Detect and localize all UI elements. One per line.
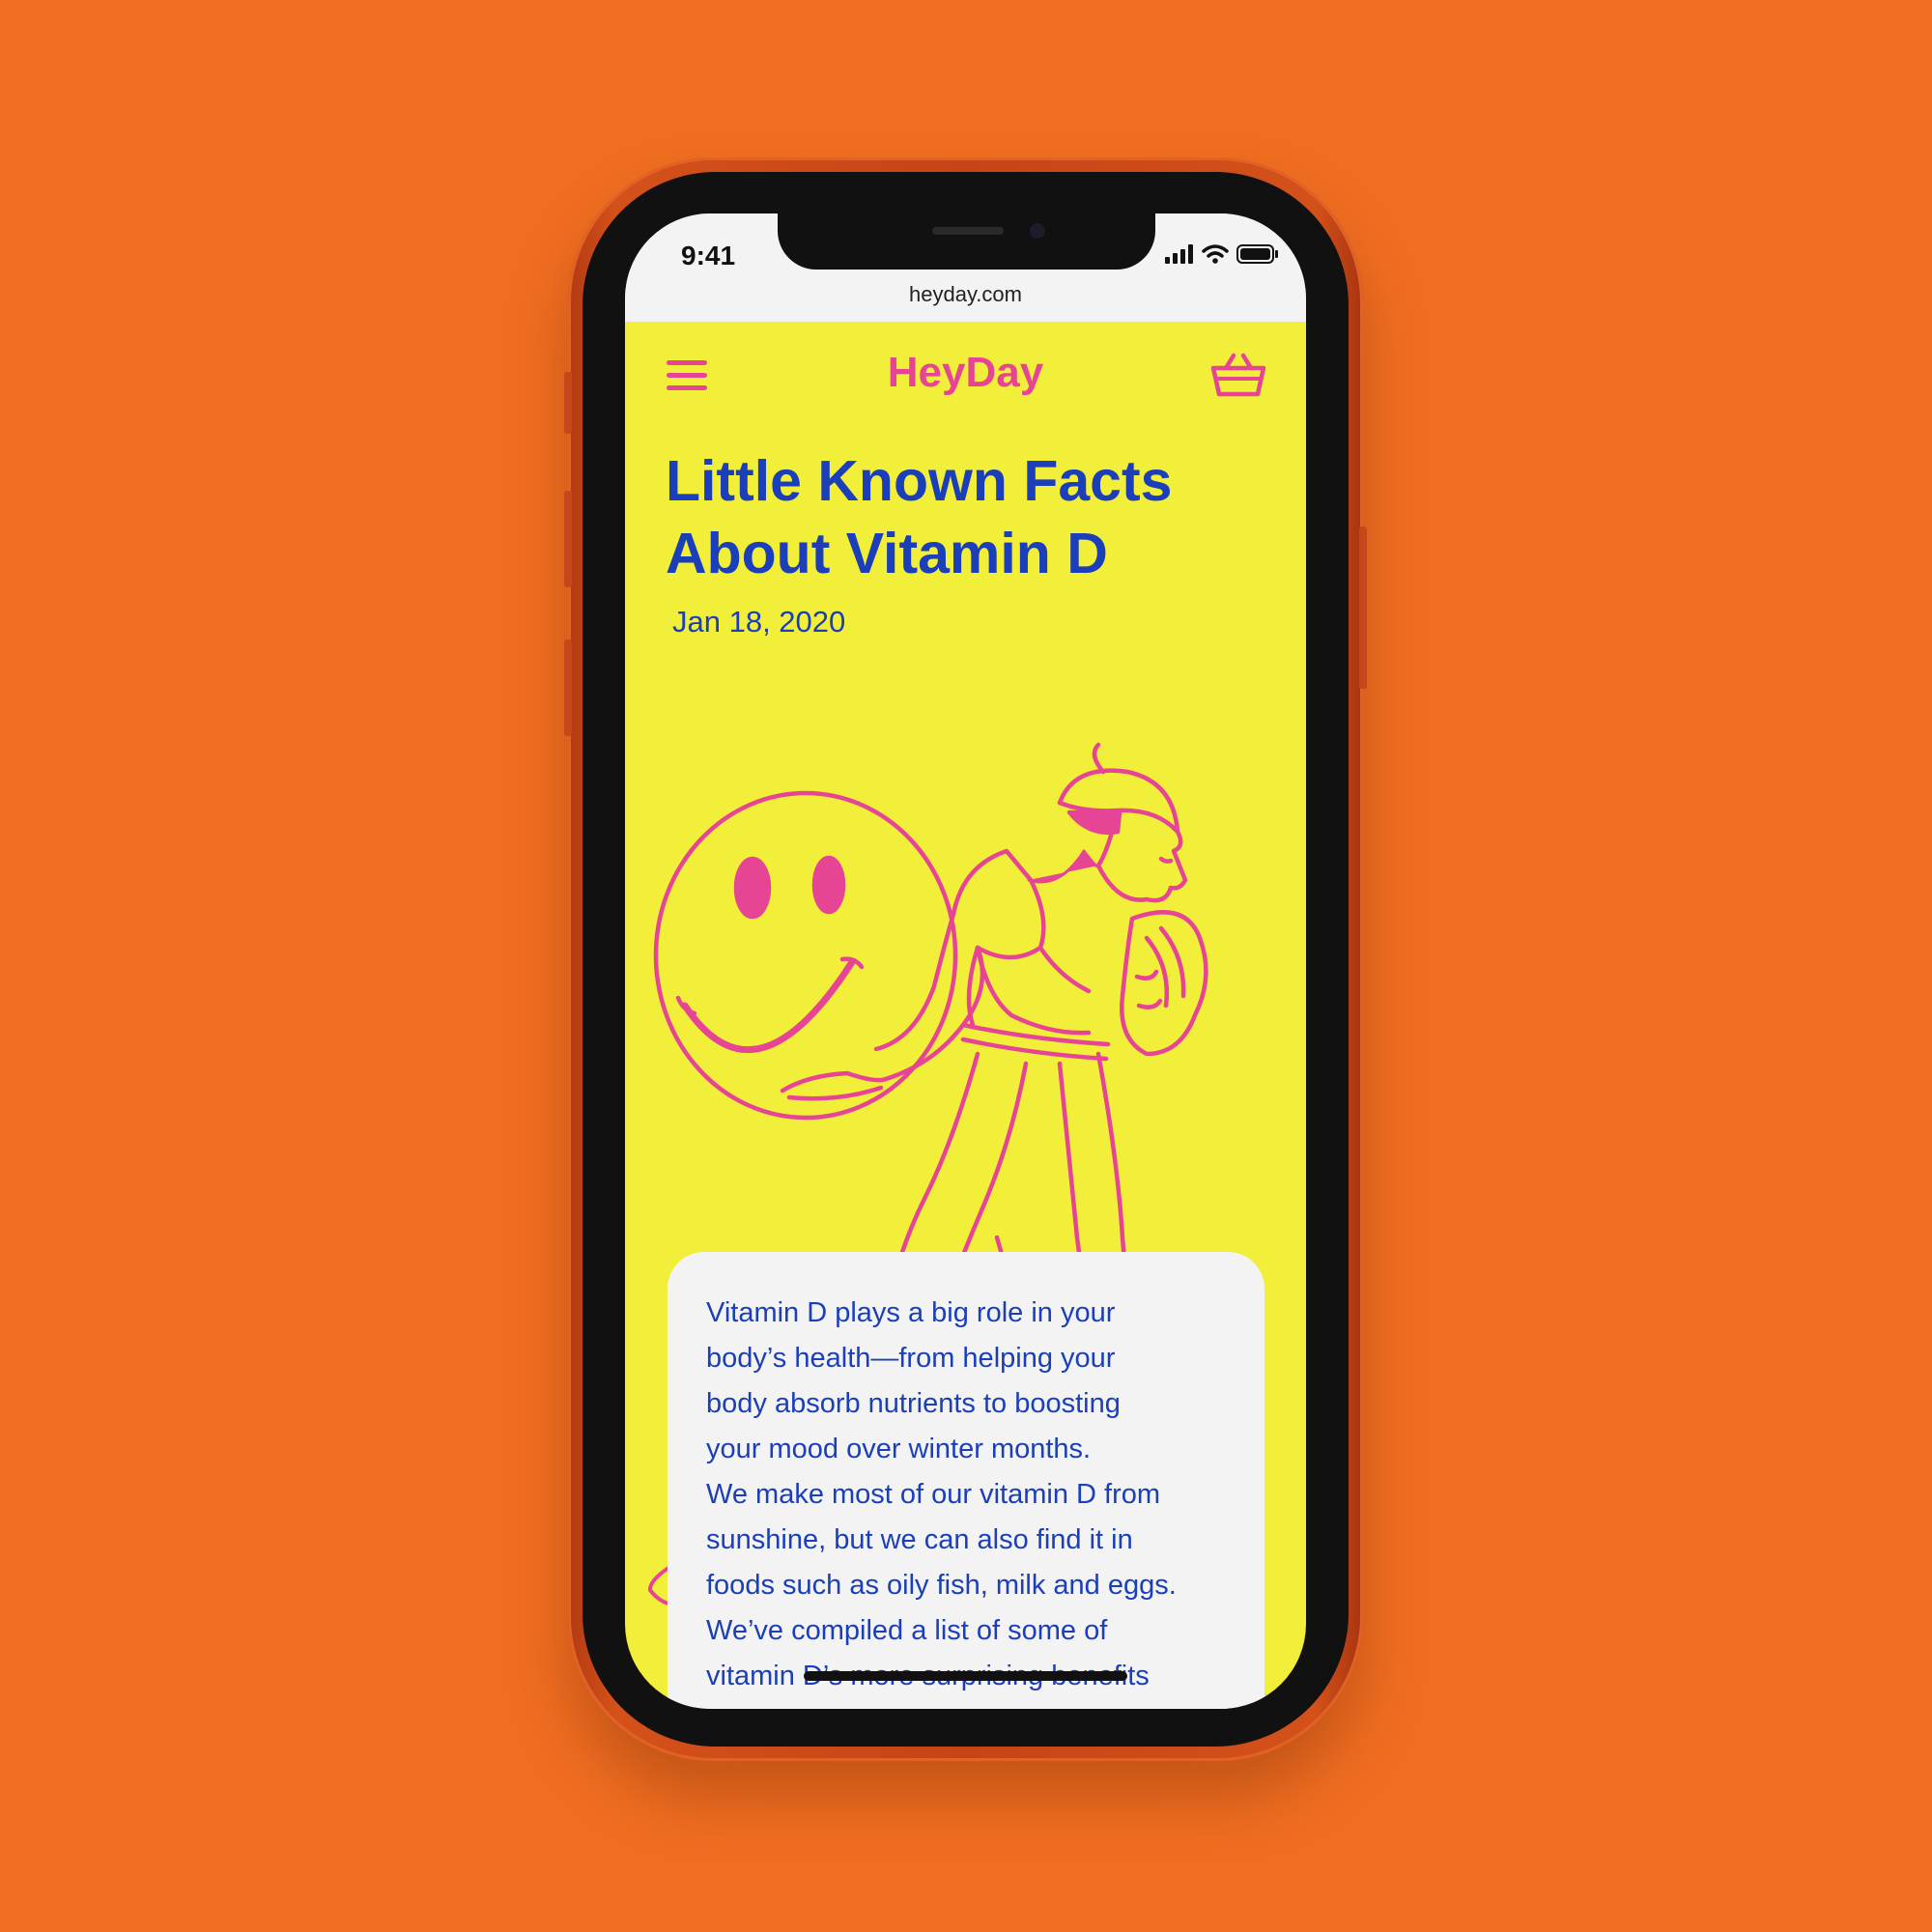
- body-line: foods such as oily fish, milk and eggs.: [706, 1570, 1177, 1601]
- battery-icon: [1236, 244, 1278, 264]
- status-icons: [1165, 244, 1279, 264]
- stage: 9:41 heyday.com HeyDay Little Known Fact…: [0, 0, 1932, 1932]
- speaker-grille: [932, 227, 1004, 235]
- body-line: We make most of our vitamin D from: [706, 1479, 1161, 1510]
- phone-notch: [778, 213, 1155, 270]
- body-line: We’ve compiled a list of some of: [706, 1615, 1108, 1646]
- article-date: Jan 18, 2020: [672, 605, 846, 639]
- body-line: your mood over winter months.: [706, 1434, 1092, 1464]
- front-camera: [1030, 223, 1045, 239]
- silent-switch: [564, 372, 572, 434]
- body-line: Vitamin D plays a big role in your: [706, 1297, 1116, 1328]
- signal-icon: [1165, 244, 1193, 264]
- article-title: Little Known Facts About Vitamin D: [666, 449, 1173, 585]
- article-body: Vitamin D plays a big role in your body’…: [706, 1291, 1247, 1699]
- article-body-card: Vitamin D plays a big role in your body’…: [668, 1252, 1264, 1709]
- body-line: body absorb nutrients to boosting: [706, 1388, 1121, 1419]
- status-time: 9:41: [681, 241, 736, 270]
- phone-screen: 9:41 heyday.com HeyDay Little Known Fact…: [625, 213, 1306, 1709]
- body-line: sunshine, but we can also find it in: [706, 1524, 1133, 1555]
- basket-icon[interactable]: [1210, 353, 1266, 397]
- home-indicator[interactable]: [804, 1671, 1127, 1681]
- body-line: body’s health—from helping your: [706, 1343, 1116, 1374]
- wifi-icon: [1202, 244, 1229, 264]
- volume-down-button: [564, 639, 572, 736]
- power-button: [1359, 526, 1367, 689]
- volume-up-button: [564, 491, 572, 587]
- url-bar[interactable]: heyday.com: [625, 282, 1306, 307]
- brand-logo[interactable]: HeyDay: [625, 349, 1306, 397]
- site-header: HeyDay: [625, 322, 1306, 428]
